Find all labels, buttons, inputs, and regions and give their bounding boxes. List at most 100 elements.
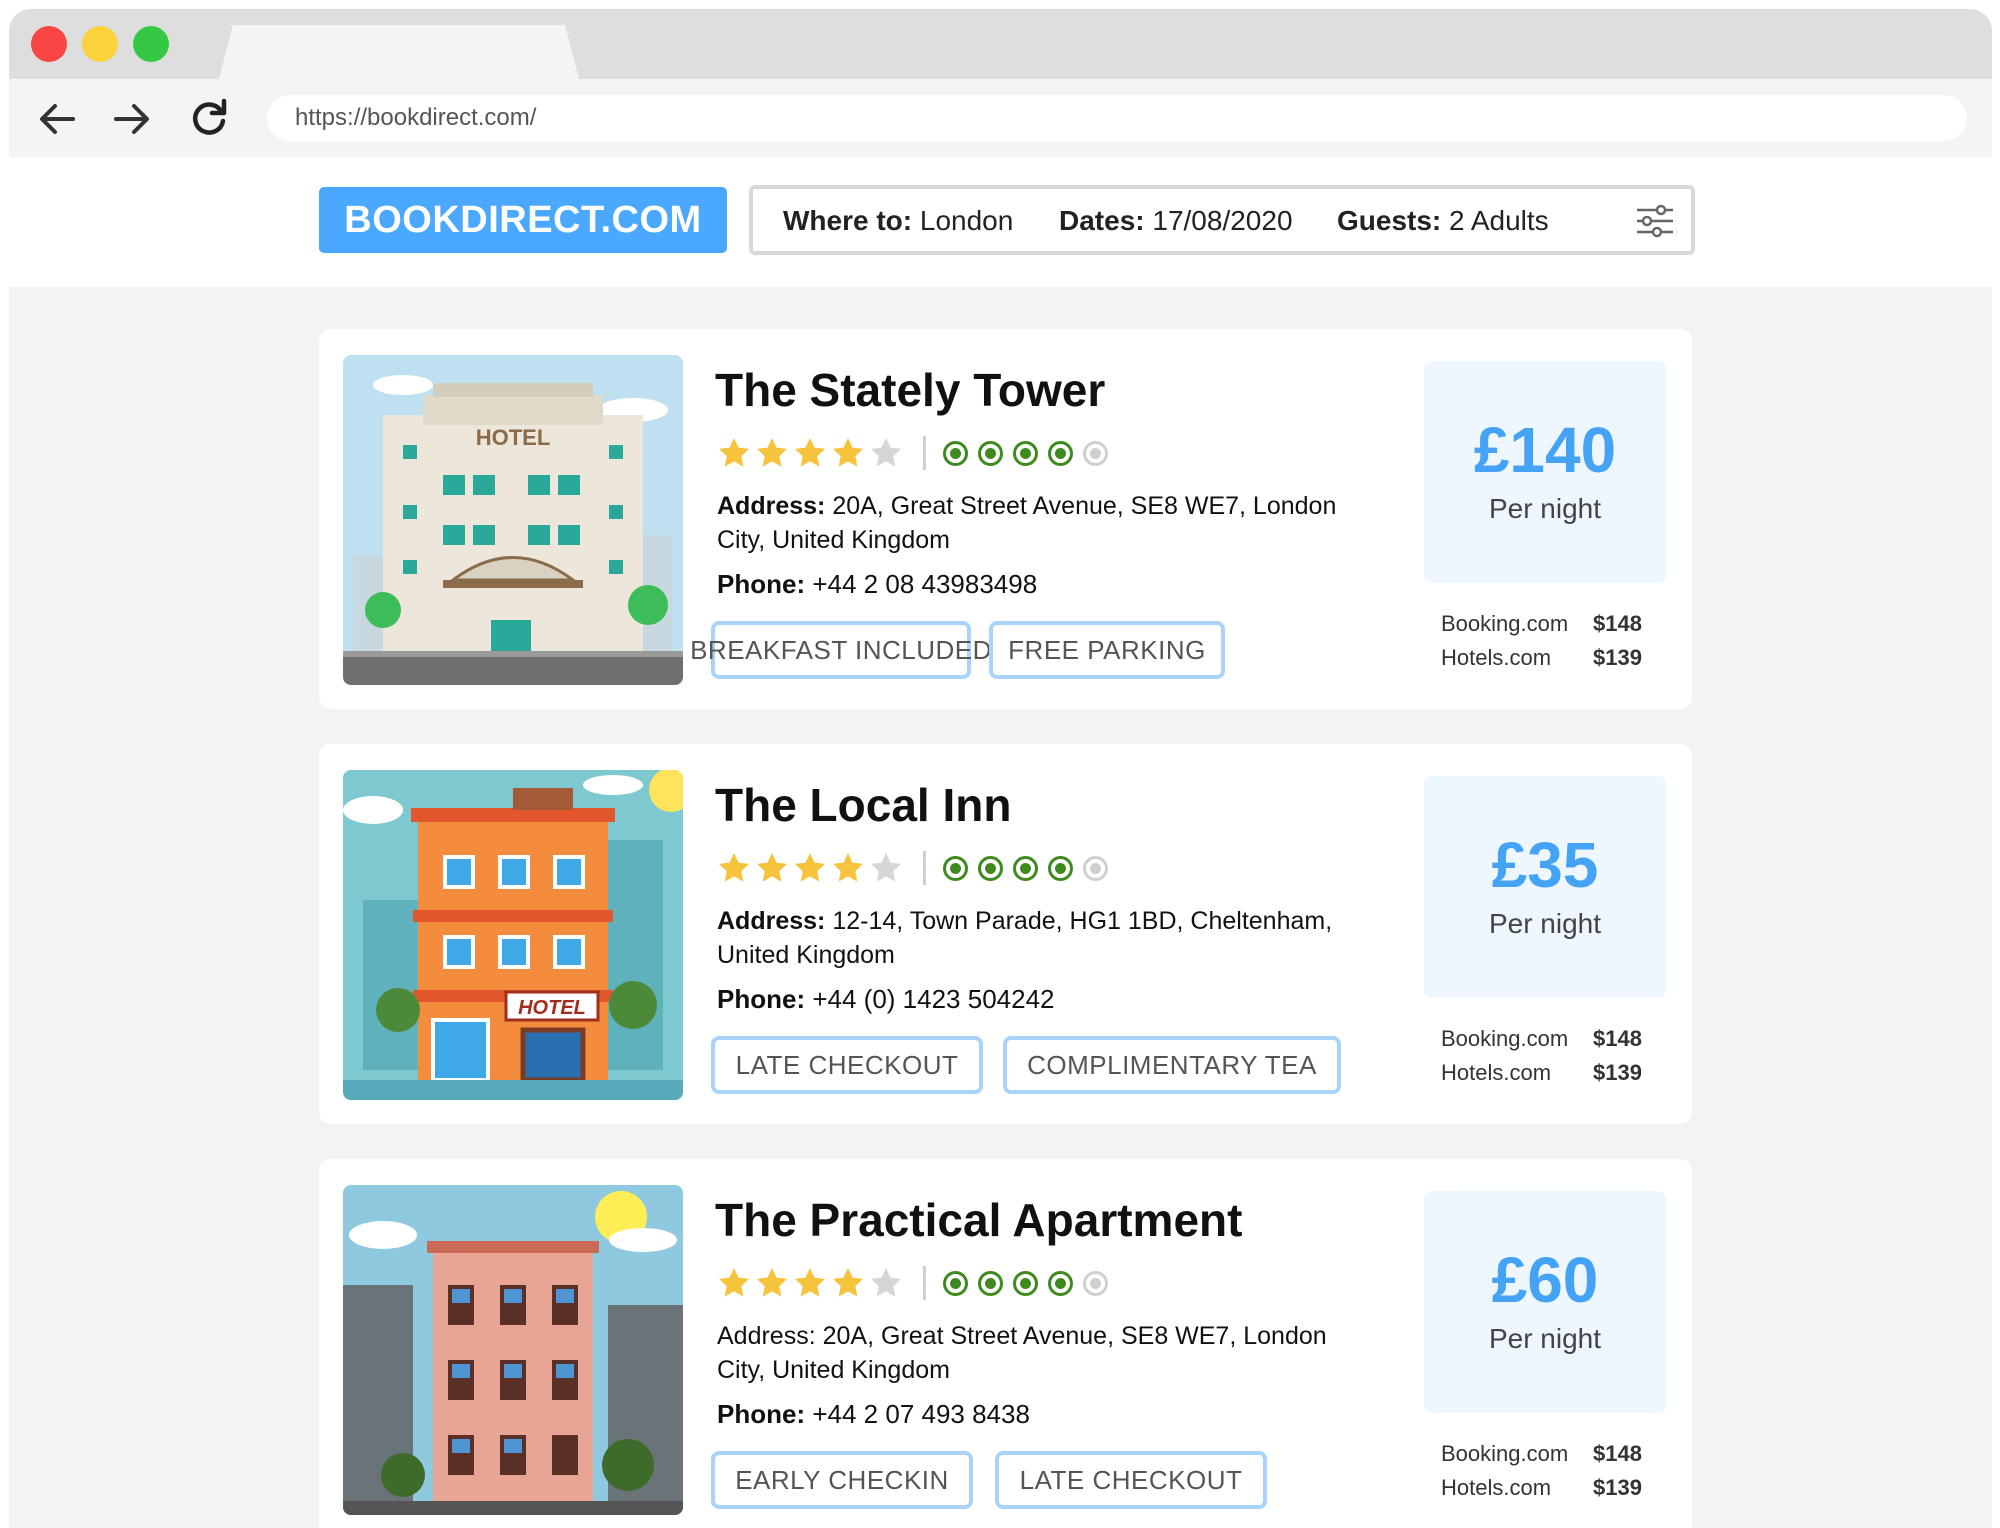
- comparison-row[interactable]: Hotels.com $139: [1441, 1475, 1661, 1509]
- amenity-tag[interactable]: EARLY CHECKIN: [711, 1451, 973, 1509]
- hotel-building-illustration: HOTEL: [343, 355, 683, 685]
- price-box[interactable]: £35 Per night: [1424, 776, 1666, 998]
- arrow-left-icon: [40, 104, 75, 134]
- browser-tab[interactable]: [219, 25, 579, 79]
- amenity-tag[interactable]: LATE CHECKOUT: [995, 1451, 1267, 1509]
- amenity-tag[interactable]: COMPLIMENTARY TEA: [1003, 1036, 1341, 1094]
- reload-icon: [193, 98, 227, 135]
- comparison-row[interactable]: Hotels.com $139: [1441, 645, 1661, 679]
- star-filled-icon: [719, 853, 749, 882]
- reload-button[interactable]: [185, 95, 233, 143]
- comparison-price: $139: [1593, 645, 1642, 670]
- site-logo[interactable]: BOOKDIRECT.COM: [319, 187, 727, 253]
- minimize-window-button[interactable]: [82, 26, 118, 62]
- dates-label: Dates:: [1059, 205, 1145, 236]
- hotel-card[interactable]: The Practical Apartment Address: 20A, Gr…: [319, 1159, 1692, 1528]
- rating-circle-filled-icon: [1048, 1270, 1073, 1296]
- per-night-label: Per night: [1488, 1323, 1602, 1354]
- comparison-row[interactable]: Hotels.com $139: [1441, 1060, 1661, 1094]
- rating-circle-filled-icon: [943, 855, 968, 881]
- filter-sliders-icon[interactable]: [1635, 203, 1675, 239]
- where-label: Where to:: [783, 205, 913, 236]
- phone-value: +44 (0) 1423 504242: [812, 984, 1055, 1014]
- page-content: BOOKDIRECT.COM Where to: London Dates: 1…: [9, 157, 1992, 1528]
- hotel-ratings: [717, 433, 1109, 473]
- back-button[interactable]: [33, 95, 81, 143]
- price-box[interactable]: £60 Per night: [1424, 1191, 1666, 1413]
- comparison-price: $139: [1593, 1060, 1642, 1085]
- review-circle-rating: [942, 855, 1109, 882]
- site-header: BOOKDIRECT.COM Where to: London Dates: 1…: [9, 157, 1992, 287]
- star-filled-icon: [757, 853, 787, 882]
- hotel-ratings: [717, 1263, 1109, 1303]
- hotel-phone: Phone: +44 2 08 43983498: [717, 569, 1037, 600]
- rating-circle-filled-icon: [1048, 855, 1073, 881]
- search-summary[interactable]: Where to: London Dates: 17/08/2020 Guest…: [749, 185, 1695, 255]
- comparison-row[interactable]: Booking.com $148: [1441, 1441, 1661, 1475]
- comparison-row[interactable]: Booking.com $148: [1441, 611, 1661, 645]
- hotel-name[interactable]: The Stately Tower: [715, 363, 1105, 417]
- star-empty-icon: [871, 438, 901, 467]
- rating-circle-filled-icon: [978, 855, 1003, 881]
- where-field[interactable]: Where to: London: [783, 205, 1013, 237]
- hotel-name[interactable]: The Local Inn: [715, 778, 1011, 832]
- maximize-window-button[interactable]: [133, 26, 169, 62]
- phone-value: +44 2 07 493 8438: [812, 1399, 1030, 1429]
- address-label: Address:: [717, 907, 826, 935]
- rating-divider: [923, 851, 926, 885]
- rating-circle-filled-icon: [943, 440, 968, 466]
- price-comparison: Booking.com $148 Hotels.com $139: [1441, 611, 1661, 679]
- address-label: Address:: [717, 1322, 816, 1350]
- star-filled-icon: [757, 438, 787, 467]
- review-circle-rating: [942, 1270, 1109, 1297]
- star-filled-icon: [833, 1268, 863, 1297]
- per-night-label: Per night: [1488, 493, 1602, 524]
- rating-circle-filled-icon: [978, 440, 1003, 466]
- rating-circle-empty-icon: [1083, 1270, 1108, 1296]
- comparison-price: $148: [1593, 611, 1642, 636]
- hotel-building-illustration: [343, 1185, 683, 1515]
- close-window-button[interactable]: [31, 26, 67, 62]
- hotel-image-local-inn[interactable]: HOTEL: [343, 770, 683, 1100]
- hotel-image-stately-tower[interactable]: HOTEL: [343, 355, 683, 685]
- comparison-price: $148: [1593, 1026, 1642, 1051]
- phone-label: Phone:: [717, 569, 806, 599]
- amenity-tag[interactable]: LATE CHECKOUT: [711, 1036, 983, 1094]
- svg-text:HOTEL: HOTEL: [518, 997, 586, 1019]
- star-filled-icon: [719, 1268, 749, 1297]
- hotel-phone: Phone: +44 (0) 1423 504242: [717, 984, 1055, 1015]
- star-filled-icon: [795, 438, 825, 467]
- hotel-card[interactable]: HOTEL The Local Inn Address: 12-14, Town…: [319, 744, 1692, 1124]
- star-empty-icon: [871, 853, 901, 882]
- star-rating: [717, 1266, 903, 1300]
- hotel-name[interactable]: The Practical Apartment: [715, 1193, 1242, 1247]
- phone-label: Phone:: [717, 984, 806, 1014]
- star-filled-icon: [795, 1268, 825, 1297]
- url-bar[interactable]: https://bookdirect.com/: [267, 95, 1967, 141]
- rating-divider: [923, 1266, 926, 1300]
- hotel-building-illustration: HOTEL: [343, 770, 683, 1100]
- rating-circle-filled-icon: [1013, 1270, 1038, 1296]
- per-night-label: Per night: [1488, 908, 1602, 939]
- guests-field[interactable]: Guests: 2 Adults: [1337, 205, 1549, 237]
- comparison-row[interactable]: Booking.com $148: [1441, 1026, 1661, 1060]
- star-filled-icon: [833, 853, 863, 882]
- where-value: London: [919, 205, 1014, 236]
- rating-circle-filled-icon: [1013, 440, 1038, 466]
- navigation-bar: https://bookdirect.com/: [9, 79, 1992, 157]
- comparison-price: $148: [1593, 1441, 1642, 1466]
- dates-field[interactable]: Dates: 17/08/2020: [1059, 205, 1293, 237]
- price-comparison: Booking.com $148 Hotels.com $139: [1441, 1026, 1661, 1094]
- hotel-card[interactable]: HOTEL The Stately Tower Address: 20A, Gr…: [319, 329, 1692, 709]
- forward-button[interactable]: [108, 95, 156, 143]
- price-box[interactable]: £140 Per night: [1424, 361, 1666, 583]
- dates-value: 17/08/2020: [1152, 205, 1293, 236]
- amenity-tag[interactable]: BREAKFAST INCLUDED: [690, 621, 991, 679]
- hotel-image-practical-apartment[interactable]: [343, 1185, 683, 1515]
- star-filled-icon: [833, 438, 863, 467]
- rating-circle-filled-icon: [943, 1270, 968, 1296]
- hotel-ratings: [717, 848, 1109, 888]
- rating-circle-filled-icon: [1048, 440, 1073, 466]
- amenity-tag[interactable]: FREE PARKING: [989, 621, 1225, 679]
- price-value: £140: [1473, 414, 1617, 486]
